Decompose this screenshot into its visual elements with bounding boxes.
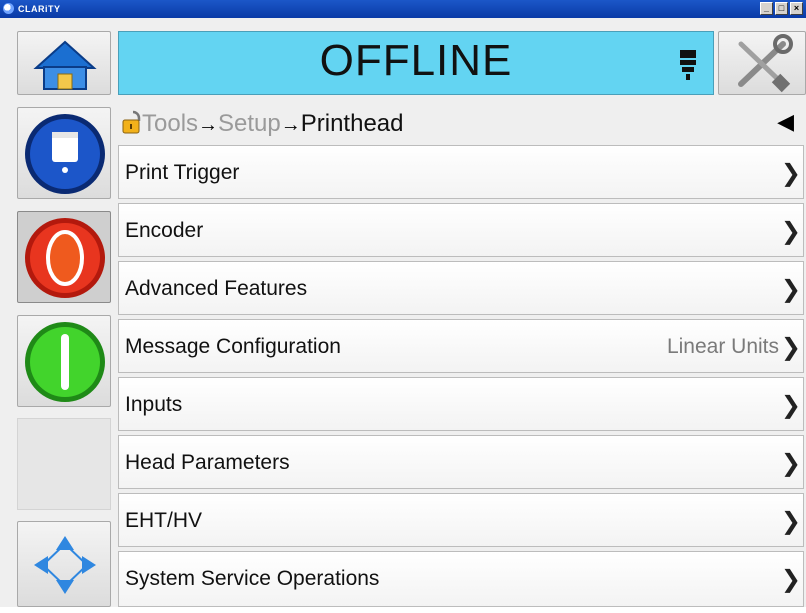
navigation-button[interactable] <box>17 521 111 607</box>
chevron-right-icon: ❯ <box>780 508 801 535</box>
menu-item-head-parameters[interactable]: Head Parameters ❯ <box>118 435 804 489</box>
breadcrumb-item-printhead: Printhead <box>300 110 404 137</box>
chevron-right-icon: ❯ <box>780 160 801 187</box>
status-bar: OFFLINE <box>118 31 714 95</box>
start-button[interactable] <box>17 315 111 407</box>
menu-item-label: Head Parameters <box>125 451 290 474</box>
chevron-right-icon: ❯ <box>780 334 801 361</box>
chevron-right-icon: ❯ <box>780 450 801 477</box>
home-icon <box>33 40 97 90</box>
chevron-right-icon: ❯ <box>780 218 801 245</box>
menu-item-label: EHT/HV <box>125 509 203 532</box>
chevron-right-icon: ❯ <box>780 392 801 419</box>
menu-item-inputs[interactable]: Inputs ❯ <box>118 377 804 431</box>
minimize-button[interactable]: _ <box>760 2 773 15</box>
tools-icon <box>738 34 793 93</box>
menu-item-label: Encoder <box>125 219 204 242</box>
breadcrumb: Tools→Setup→Printhead ◀ <box>118 105 804 141</box>
stop-icon <box>25 218 105 298</box>
stop-button[interactable] <box>17 211 111 303</box>
menu-item-eht-hv[interactable]: EHT/HV ❯ <box>118 493 804 547</box>
printer-status: OFFLINE <box>319 36 513 85</box>
breadcrumb-separator: → <box>280 114 301 136</box>
breadcrumb-item-setup[interactable]: Setup <box>218 110 281 137</box>
menu-item-label: Inputs <box>125 393 183 416</box>
menu-item-label: Advanced Features <box>125 277 308 300</box>
window-title: CLARiTY <box>18 4 61 14</box>
menu-item-print-trigger[interactable]: Print Trigger ❯ <box>118 145 804 199</box>
window-title-bar: CLARiTY _ □ × <box>0 0 806 18</box>
chevron-right-icon: ❯ <box>780 566 801 593</box>
printhead-icon <box>680 50 696 80</box>
menu-item-label: Print Trigger <box>125 161 240 184</box>
breadcrumb-item-tools[interactable]: Tools <box>142 110 198 137</box>
start-icon <box>25 322 105 402</box>
menu-item-label: System Service Operations <box>125 567 380 590</box>
app-icon <box>3 3 14 14</box>
menu-item-encoder[interactable]: Encoder ❯ <box>118 203 804 257</box>
back-arrow-icon[interactable]: ◀ <box>777 109 794 135</box>
tools-button[interactable] <box>718 31 806 95</box>
close-button[interactable]: × <box>790 2 803 15</box>
empty-side-slot <box>17 418 111 510</box>
breadcrumb-separator: → <box>198 114 219 136</box>
navigation-arrows-icon <box>34 536 96 594</box>
ink-button[interactable] <box>17 107 111 199</box>
menu-item-advanced-features[interactable]: Advanced Features ❯ <box>118 261 804 315</box>
ink-icon <box>25 114 105 194</box>
menu-item-value: Linear Units <box>666 335 779 358</box>
menu-item-label: Message Configuration <box>125 335 341 358</box>
menu-item-message-configuration[interactable]: Message Configuration Linear Units ❯ <box>118 319 804 373</box>
chevron-right-icon: ❯ <box>780 276 801 303</box>
padlock-icon <box>122 110 141 134</box>
menu-item-system-service-operations[interactable]: System Service Operations ❯ <box>118 551 804 607</box>
maximize-button[interactable]: □ <box>775 2 788 15</box>
home-button[interactable] <box>17 31 111 95</box>
